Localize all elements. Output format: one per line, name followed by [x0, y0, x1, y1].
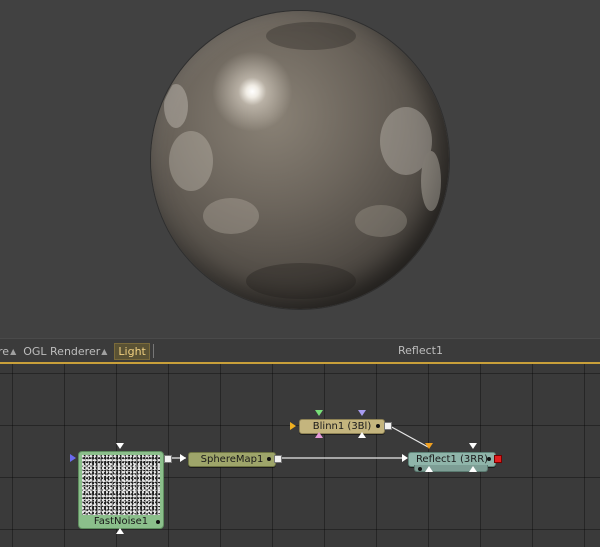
- caret-up-icon: ▲: [10, 346, 17, 356]
- input-arrow-icon[interactable]: [425, 443, 433, 449]
- ogl-renderer-label: OGL Renderer: [23, 344, 101, 358]
- viewer-node-name: Reflect1: [398, 344, 443, 357]
- flow-editor[interactable]: Blinn1 (3Bl) FastNoise1 SphereMap1 Refle…: [0, 362, 600, 547]
- node-dot: [487, 457, 491, 461]
- node-fastnoise1-label: FastNoise1: [93, 516, 149, 527]
- node-dot: [376, 424, 380, 428]
- noise-thumbnail: [82, 455, 160, 515]
- node-dot: [418, 467, 422, 471]
- view-tab-truncated-label: re: [0, 344, 10, 358]
- ogl-renderer-tab[interactable]: OGL Renderer ▲: [23, 345, 110, 358]
- input-arrow-icon[interactable]: [469, 443, 477, 449]
- node-spheremap1-label: SphereMap1: [200, 454, 264, 465]
- output-port-active[interactable]: [494, 455, 502, 463]
- input-arrow-icon[interactable]: [290, 422, 296, 430]
- divider: [152, 344, 154, 358]
- view-toolbar: re ▲ OGL Renderer ▲ Light Reflect1: [0, 338, 600, 363]
- node-dot: [156, 520, 160, 524]
- input-arrow-icon[interactable]: [70, 454, 76, 462]
- input-arrow-icon[interactable]: [358, 432, 366, 438]
- caret-up-icon: ▲: [101, 346, 108, 356]
- output-port[interactable]: [384, 422, 392, 430]
- node-fastnoise1[interactable]: FastNoise1: [78, 451, 164, 529]
- node-reflect1-label: Reflect1 (3RR): [415, 454, 489, 465]
- output-port[interactable]: [274, 455, 282, 463]
- view-tab-truncated[interactable]: re ▲: [0, 345, 19, 358]
- input-arrow-icon[interactable]: [358, 410, 366, 416]
- input-arrow-icon[interactable]: [116, 528, 124, 534]
- node-blinn1[interactable]: Blinn1 (3Bl): [299, 419, 385, 434]
- input-arrow-icon[interactable]: [425, 466, 433, 472]
- input-arrow-icon[interactable]: [315, 432, 323, 438]
- rendered-sphere: [151, 11, 449, 309]
- input-arrow-icon[interactable]: [469, 466, 477, 472]
- light-label: Light: [114, 342, 150, 360]
- node-blinn1-label: Blinn1 (3Bl): [312, 421, 372, 432]
- input-arrow-icon[interactable]: [116, 443, 124, 449]
- output-port[interactable]: [164, 455, 172, 463]
- input-arrow-icon[interactable]: [315, 410, 323, 416]
- 3d-viewer[interactable]: [0, 0, 600, 338]
- light-tab[interactable]: Light: [114, 342, 154, 360]
- node-dot: [267, 457, 271, 461]
- node-spheremap1[interactable]: SphereMap1: [188, 452, 276, 467]
- input-arrow-icon[interactable]: [180, 454, 186, 462]
